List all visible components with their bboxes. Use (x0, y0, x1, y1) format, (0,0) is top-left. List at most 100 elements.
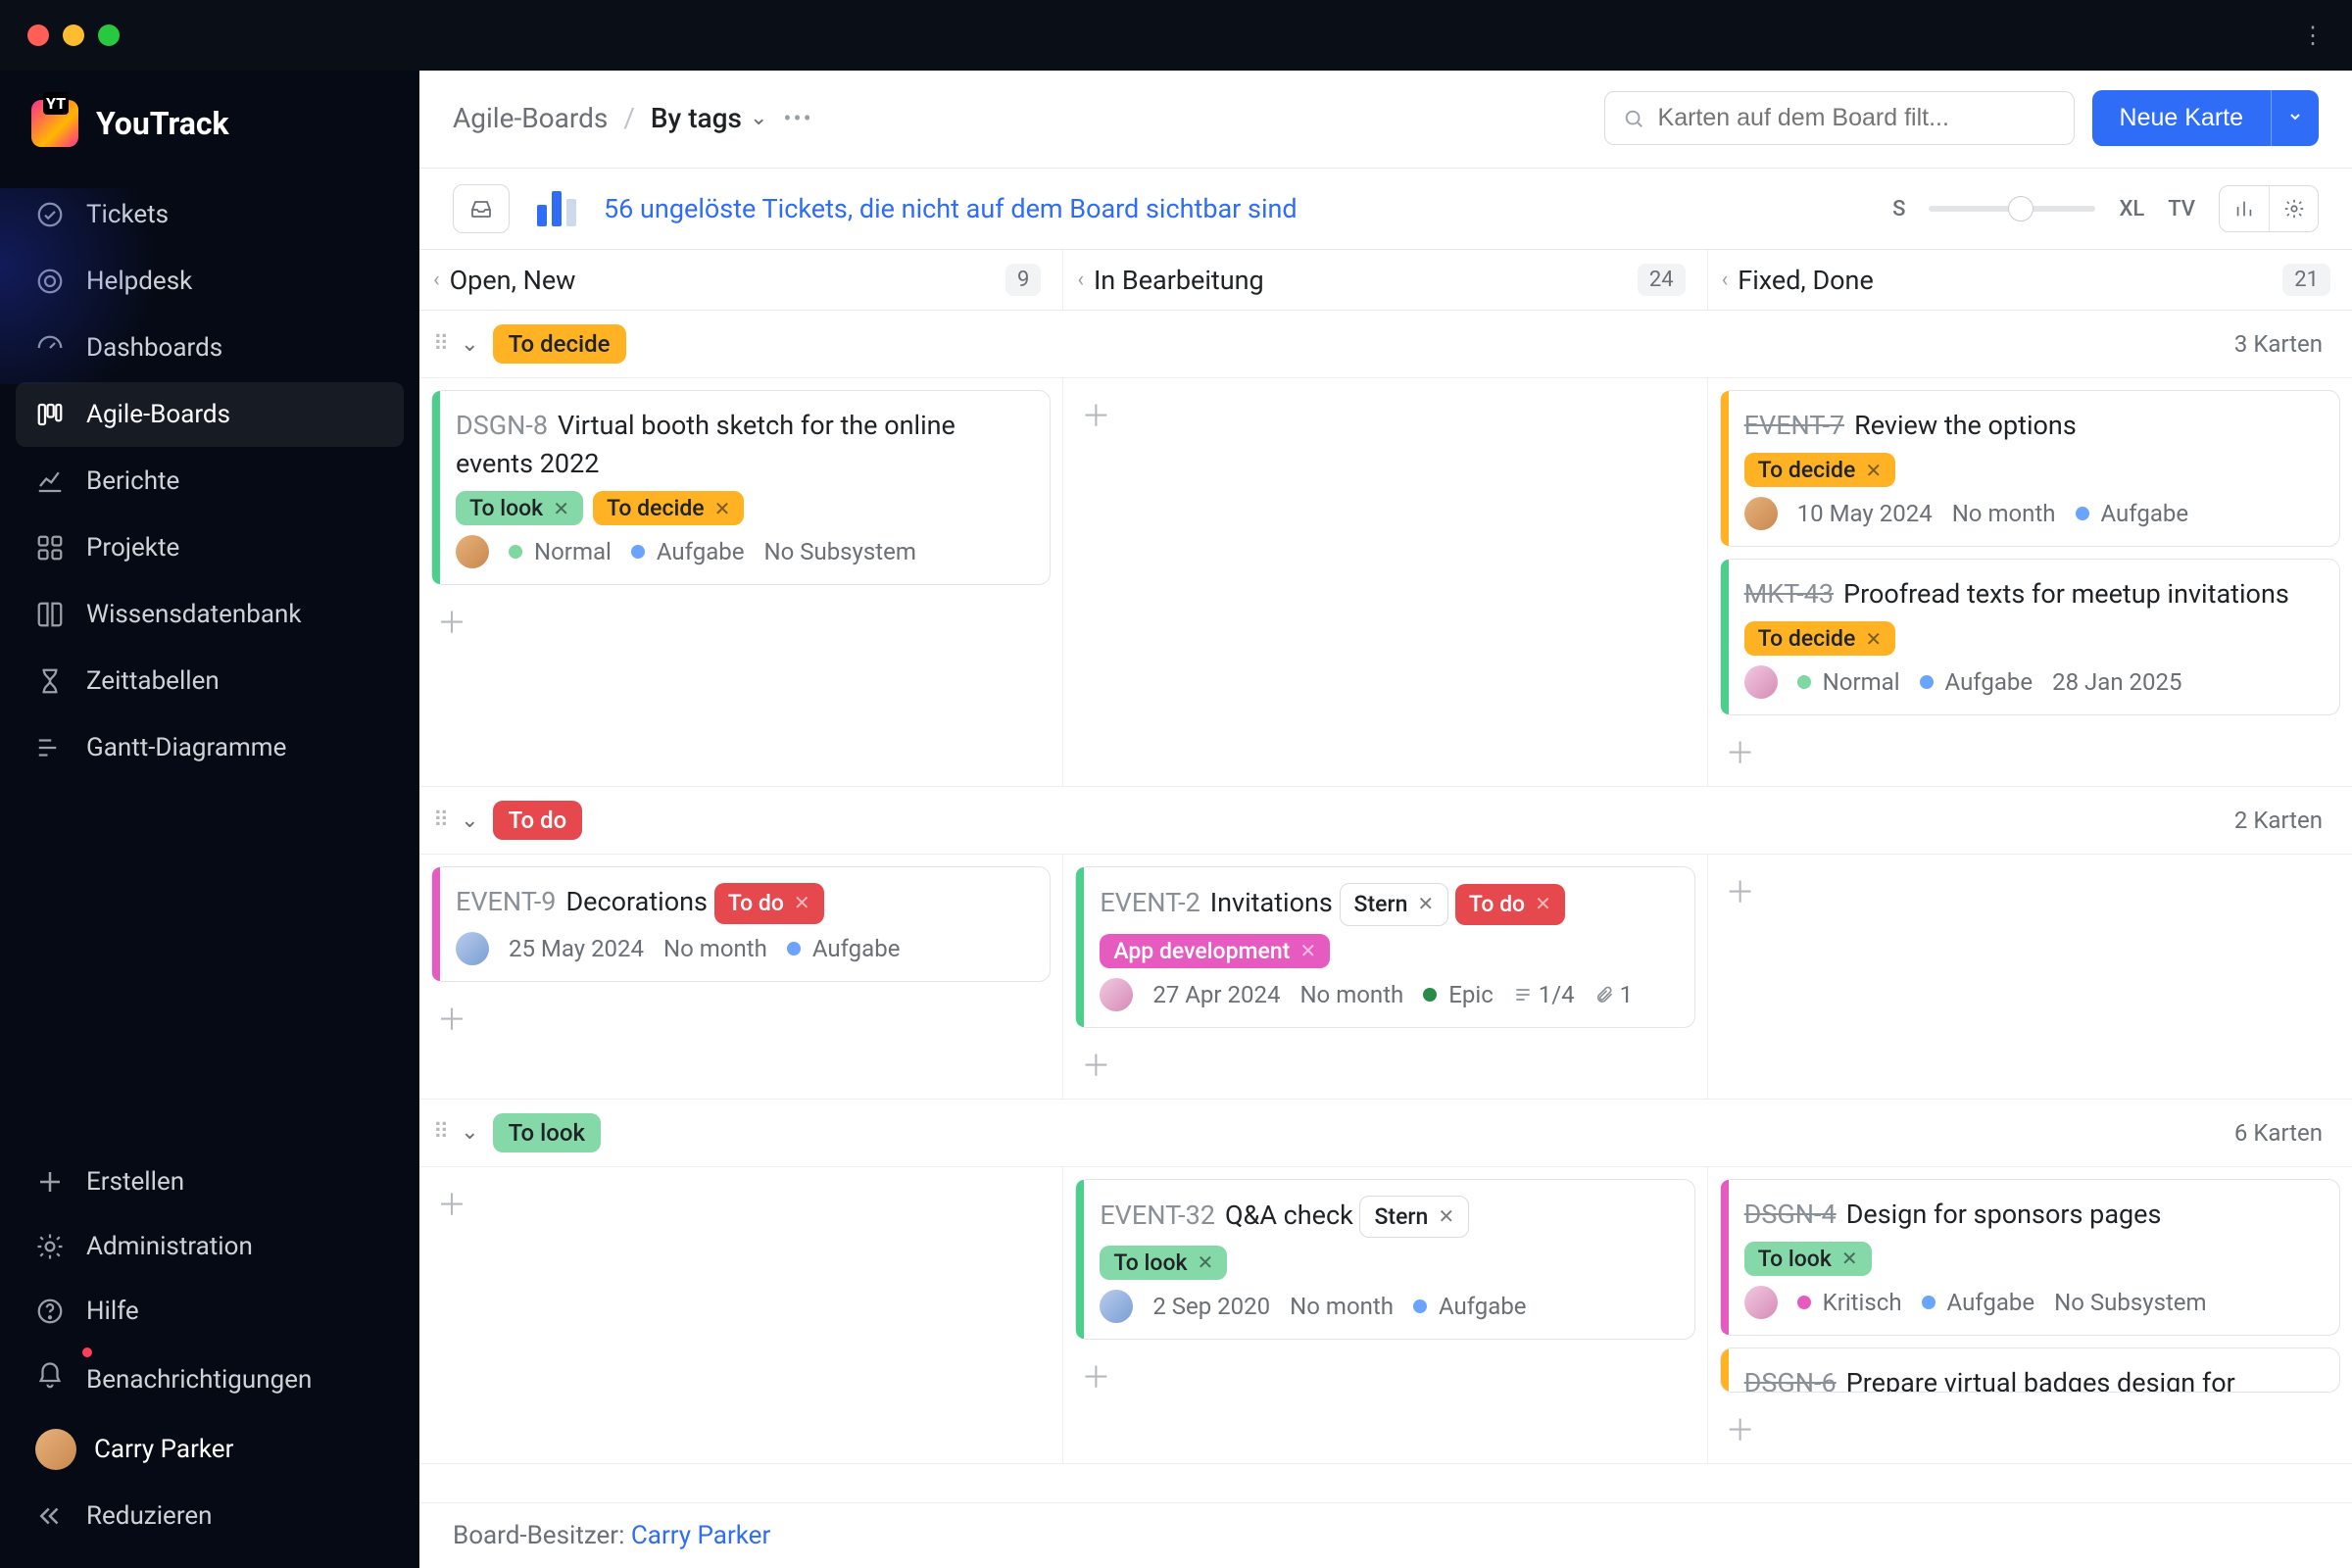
zoom-thumb[interactable] (2008, 196, 2034, 221)
tag[interactable]: Stern✕ (1359, 1196, 1469, 1238)
chevron-down-icon[interactable]: ⌄ (461, 808, 478, 833)
close-icon[interactable]: ✕ (1198, 1250, 1214, 1274)
add-card-button[interactable]: ＋ (1720, 1404, 1761, 1451)
tag[interactable]: To decide✕ (593, 491, 744, 525)
board-card[interactable]: DSGN-6Prepare virtual badges design for (1720, 1348, 2340, 1393)
drag-handle-icon[interactable]: ⠿ (433, 332, 447, 357)
sidebar-item-dashboards[interactable]: Dashboards (16, 316, 404, 380)
app-logo[interactable]: YouTrack (0, 71, 419, 182)
board-card[interactable]: DSGN-8Virtual booth sketch for the onlin… (431, 390, 1051, 585)
tag[interactable]: Stern✕ (1340, 883, 1449, 925)
add-card-button[interactable]: ＋ (431, 994, 472, 1041)
column-header-done: ‹Fixed, Done 21 (1708, 250, 2352, 310)
kebab-menu-icon[interactable]: ⋮ (2301, 22, 2325, 49)
sidebar-item-timesheets[interactable]: Zeittabellen (16, 649, 404, 713)
sidebar-item-notifications[interactable]: Benachrichtigungen (16, 1344, 404, 1415)
chevron-left-icon[interactable]: ‹ (1722, 268, 1729, 292)
sidebar-item-projects[interactable]: Projekte (16, 515, 404, 580)
add-card-button[interactable]: ＋ (1720, 866, 1761, 913)
ticket-id: EVENT-32 (1100, 1200, 1215, 1231)
drag-handle-icon[interactable]: ⠿ (433, 808, 447, 833)
sidebar-item-label: Agile-Boards (86, 400, 230, 429)
new-card-button[interactable]: Neue Karte (2092, 90, 2271, 146)
card-meta-item: Kritisch (1797, 1289, 1902, 1316)
close-icon[interactable]: ✕ (1417, 890, 1434, 918)
card-meta-item: No Subsystem (763, 538, 915, 565)
window-maximize[interactable] (98, 24, 120, 46)
close-icon[interactable]: ✕ (1299, 939, 1316, 962)
inbox-button[interactable] (453, 184, 510, 233)
sidebar-item-tickets[interactable]: Tickets (16, 182, 404, 247)
window-close[interactable] (27, 24, 49, 46)
tag[interactable]: To decide✕ (1744, 621, 1895, 656)
chevron-left-icon[interactable]: ‹ (433, 268, 440, 292)
board-card[interactable]: EVENT-32Q&A check Stern✕ To look✕ 2 Sep … (1075, 1179, 1694, 1340)
close-icon[interactable]: ✕ (1865, 627, 1882, 651)
view-toggle-group (2219, 185, 2319, 232)
breadcrumb-sep: / (623, 102, 635, 134)
new-card-dropdown[interactable] (2271, 90, 2319, 146)
board-card[interactable]: MKT-43Proofread texts for meetup invitat… (1720, 559, 2340, 715)
chevron-down-icon[interactable]: ⌄ (461, 1120, 478, 1145)
drag-handle-icon[interactable]: ⠿ (433, 1120, 447, 1145)
breadcrumb-current[interactable]: By tags ⌄ (651, 102, 768, 134)
close-icon[interactable]: ✕ (1841, 1247, 1858, 1270)
sidebar-item-reports[interactable]: Berichte (16, 449, 404, 514)
swimlane-tag[interactable]: To look (493, 1113, 601, 1152)
chevron-down-icon[interactable]: ⌄ (461, 332, 478, 357)
more-icon[interactable]: ••• (783, 105, 812, 132)
help-icon (35, 1297, 65, 1326)
board-owner-link[interactable]: Carry Parker (631, 1521, 770, 1550)
add-card-button[interactable]: ＋ (431, 1179, 472, 1226)
add-card-button[interactable]: ＋ (1720, 727, 1761, 774)
tag[interactable]: To decide✕ (1744, 453, 1895, 487)
add-card-button[interactable]: ＋ (1075, 1040, 1116, 1087)
tag[interactable]: To do✕ (714, 883, 824, 923)
breadcrumb-root[interactable]: Agile-Boards (453, 102, 608, 134)
add-card-button[interactable]: ＋ (1075, 390, 1116, 437)
board-filter-search[interactable] (1604, 91, 2075, 145)
close-icon[interactable]: ✕ (1438, 1202, 1454, 1231)
search-input[interactable] (1658, 104, 2056, 132)
swimlane-tag[interactable]: To do (493, 801, 583, 840)
swimlane-tag[interactable]: To decide (493, 324, 626, 364)
add-card-button[interactable]: ＋ (431, 597, 472, 644)
ticket-id: DSGN-8 (456, 410, 548, 441)
board-card[interactable]: EVENT-7Review the options To decide✕ 10 … (1720, 390, 2340, 547)
close-icon[interactable]: ✕ (1535, 890, 1551, 918)
sidebar-item-gantt[interactable]: Gantt-Diagramme (16, 715, 404, 780)
card-meta-item: No month (1290, 1293, 1394, 1320)
sidebar-item-administration[interactable]: Administration (16, 1214, 404, 1279)
chart-view-toggle[interactable] (2220, 186, 2269, 231)
tag[interactable]: To look✕ (1100, 1246, 1227, 1280)
board-settings-toggle[interactable] (2269, 186, 2318, 231)
window-minimize[interactable] (63, 24, 84, 46)
breadcrumb: Agile-Boards / By tags ⌄ ••• (453, 102, 813, 134)
sidebar-item-agile-boards[interactable]: Agile-Boards (16, 382, 404, 447)
swimlane-row: ＋ EVENT-32Q&A check Stern✕ To look✕ 2 Se… (419, 1167, 2352, 1464)
close-icon[interactable]: ✕ (794, 889, 810, 917)
tag[interactable]: To do✕ (1455, 884, 1565, 924)
sidebar-item-help[interactable]: Hilfe (16, 1279, 404, 1344)
bar-chart-icon[interactable] (537, 191, 576, 226)
tag[interactable]: To look✕ (1744, 1242, 1872, 1276)
sidebar-item-create[interactable]: Erstellen (16, 1150, 404, 1214)
chevron-left-icon[interactable]: ‹ (1077, 268, 1084, 292)
close-icon[interactable]: ✕ (1865, 459, 1882, 482)
sidebar-item-helpdesk[interactable]: Helpdesk (16, 249, 404, 314)
close-icon[interactable]: ✕ (553, 497, 569, 520)
avatar (1744, 497, 1778, 530)
tag[interactable]: To look✕ (456, 491, 583, 525)
board-card[interactable]: DSGN-4Design for sponsors pages To look✕… (1720, 1179, 2340, 1336)
current-user[interactable]: Carry Parker (16, 1415, 404, 1484)
close-icon[interactable]: ✕ (714, 497, 731, 520)
board-card[interactable]: EVENT-9Decorations To do✕ 25 May 2024No … (431, 866, 1051, 981)
zoom-slider[interactable] (1929, 206, 2095, 212)
notification-dot (82, 1348, 92, 1357)
tag[interactable]: App development✕ (1100, 934, 1330, 968)
board-card[interactable]: EVENT-2Invitations Stern✕ To do✕ App dev… (1075, 866, 1694, 1027)
unresolved-tickets-link[interactable]: 56 ungelöste Tickets, die nicht auf dem … (604, 193, 1298, 224)
sidebar-item-knowledge-base[interactable]: Wissensdatenbank (16, 582, 404, 647)
sidebar-collapse[interactable]: Reduzieren (16, 1484, 404, 1548)
add-card-button[interactable]: ＋ (1075, 1351, 1116, 1398)
